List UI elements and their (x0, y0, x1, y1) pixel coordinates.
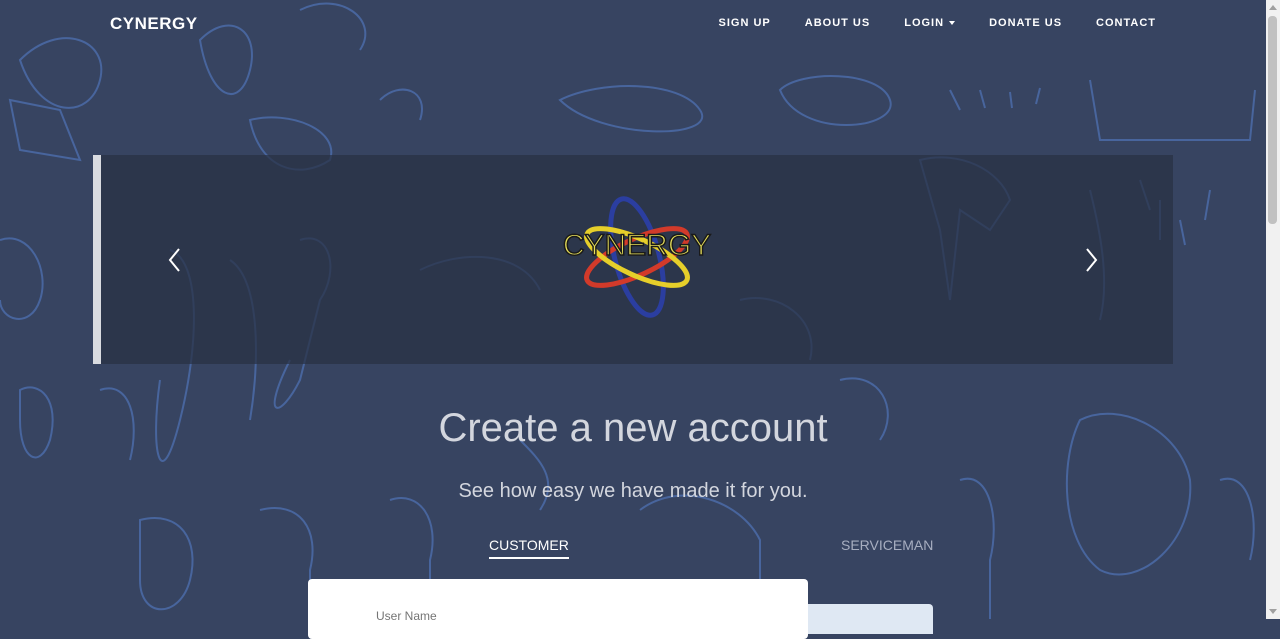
nav-login-label: LOGIN (904, 17, 945, 29)
nav-contact[interactable]: CONTACT (1096, 17, 1156, 29)
scrollbar-thumb[interactable] (1268, 16, 1277, 224)
caret-down-icon (949, 21, 956, 25)
brand-logo-link[interactable]: CYNERGY (110, 14, 198, 34)
carousel-prev-button[interactable] (165, 245, 185, 275)
page-title: Create a new account (438, 406, 828, 450)
hero-carousel: CYNERGY (93, 155, 1173, 364)
chevron-left-icon (168, 248, 180, 272)
signup-form-card (308, 579, 808, 639)
scroll-down-arrow-icon[interactable] (1269, 609, 1277, 614)
nav-donate-us[interactable]: DONATE US (989, 17, 1062, 29)
svg-text:CYNERGY: CYNERGY (563, 229, 711, 262)
page-subtitle: See how easy we have made it for you. (458, 480, 808, 502)
username-input[interactable] (374, 608, 758, 624)
carousel-next-button[interactable] (1081, 245, 1101, 275)
page-scrollbar[interactable] (1266, 0, 1280, 619)
nav-sign-up[interactable]: SIGN UP (719, 17, 771, 29)
carousel-indicator[interactable] (93, 155, 101, 364)
nav-login-dropdown[interactable]: LOGIN (904, 17, 956, 29)
cynergy-logo: CYNERGY (562, 196, 712, 318)
tab-customer[interactable]: CUSTOMER (489, 537, 569, 559)
navbar: CYNERGY SIGN UP ABOUT US LOGIN DONATE US… (0, 0, 1266, 46)
nav-links: SIGN UP ABOUT US LOGIN DONATE US CONTACT (719, 17, 1156, 29)
tab-serviceman[interactable]: SERVICEMAN (841, 537, 933, 553)
scroll-up-arrow-icon[interactable] (1269, 5, 1277, 10)
nav-about-us[interactable]: ABOUT US (805, 17, 870, 29)
side-panel (808, 604, 933, 634)
chevron-right-icon (1086, 248, 1098, 272)
